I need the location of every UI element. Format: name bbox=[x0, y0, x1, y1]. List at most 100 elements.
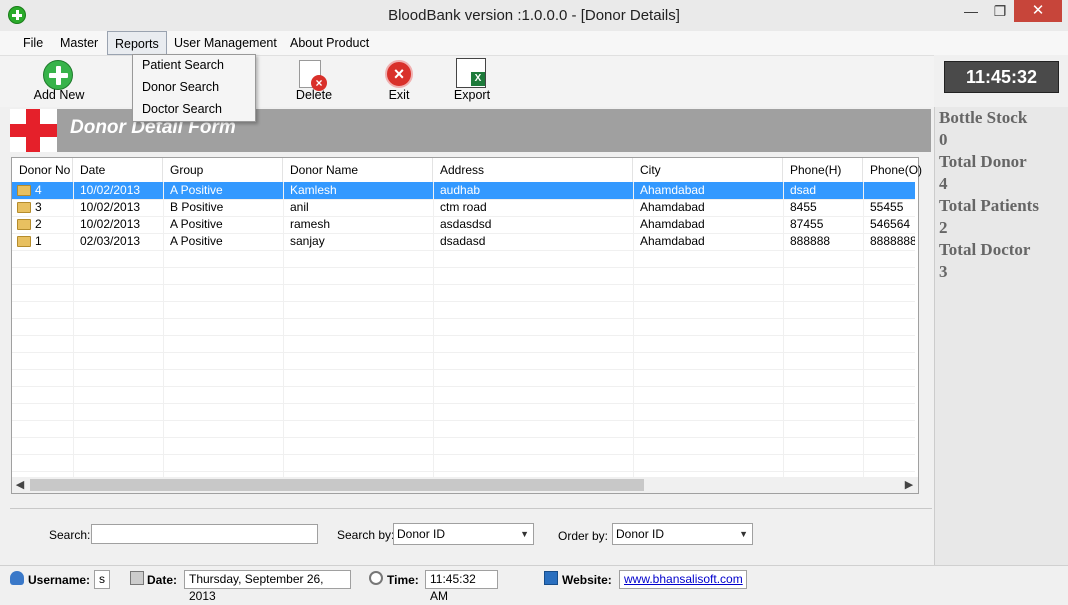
col-head-donor-name[interactable]: Donor Name bbox=[283, 158, 433, 182]
table-cell[interactable]: Kamlesh bbox=[283, 182, 433, 199]
table-cell[interactable]: dsad bbox=[783, 182, 863, 199]
menu-master[interactable]: Master bbox=[53, 31, 105, 55]
table-cell[interactable]: A Positive bbox=[163, 233, 283, 250]
menu-user-management[interactable]: User Management bbox=[167, 31, 284, 55]
grid-line bbox=[12, 386, 915, 387]
search-input[interactable] bbox=[91, 524, 318, 544]
table-cell[interactable]: A Positive bbox=[163, 216, 283, 233]
table-cell[interactable]: sanjay bbox=[283, 233, 433, 250]
search-by-value: Donor ID bbox=[397, 527, 446, 541]
stats-panel bbox=[934, 107, 1068, 565]
table-cell[interactable]: Ahamdabad bbox=[633, 182, 783, 199]
scroll-left-arrow-icon[interactable]: ◀ bbox=[12, 477, 28, 493]
scroll-right-arrow-icon[interactable]: ▶ bbox=[901, 477, 917, 493]
grid-line bbox=[12, 420, 915, 421]
table-cell[interactable]: anil bbox=[283, 199, 433, 216]
grid-line bbox=[12, 369, 915, 370]
username-label: Username: bbox=[28, 573, 91, 587]
table-cell[interactable]: 10/02/2013 bbox=[73, 216, 163, 233]
table-cell[interactable]: Ahamdabad bbox=[633, 216, 783, 233]
grid-line bbox=[12, 318, 915, 319]
col-head-phone-h[interactable]: Phone(H) bbox=[783, 158, 863, 182]
maximize-button[interactable]: ❐ bbox=[986, 0, 1014, 22]
table-cell[interactable]: ramesh bbox=[283, 216, 433, 233]
search-by-select[interactable]: Donor ID ▼ bbox=[393, 523, 534, 545]
clock-icon bbox=[369, 571, 383, 585]
stat-bottle-stock-label: Bottle Stock bbox=[939, 108, 1028, 127]
col-head-address[interactable]: Address bbox=[433, 158, 633, 182]
window-title: BloodBank version :1.0.0.0 - [Donor Deta… bbox=[388, 7, 680, 24]
menu-reports[interactable]: Reports bbox=[107, 31, 167, 55]
col-head-city[interactable]: City bbox=[633, 158, 783, 182]
stat-total-doctor-value: 3 bbox=[939, 262, 948, 281]
table-cell[interactable]: 888888 bbox=[783, 233, 863, 250]
menu-file[interactable]: File bbox=[16, 31, 50, 55]
add-new-icon[interactable] bbox=[43, 60, 73, 90]
table-cell[interactable]: 1 bbox=[28, 233, 73, 250]
stat-total-donor-value: 4 bbox=[939, 174, 948, 193]
stat-bottle-stock-value: 0 bbox=[939, 130, 948, 149]
table-cell[interactable]: Ahamdabad bbox=[633, 199, 783, 216]
table-cell[interactable]: B Positive bbox=[163, 199, 283, 216]
time-label: Time: bbox=[387, 573, 419, 587]
col-head-donor-no[interactable]: Donor No bbox=[12, 158, 73, 182]
exit-button[interactable]: Exit bbox=[380, 88, 418, 102]
table-cell[interactable]: 87455 bbox=[783, 216, 863, 233]
order-by-select[interactable]: Donor ID ▼ bbox=[612, 523, 753, 545]
table-cell[interactable]: 02/03/2013 bbox=[73, 233, 163, 250]
grid-line bbox=[12, 471, 915, 472]
delete-icon[interactable]: × bbox=[299, 60, 327, 91]
search-label: Search: bbox=[49, 528, 91, 542]
table-cell[interactable]: 10/02/2013 bbox=[73, 199, 163, 216]
table-cell[interactable]: A Positive bbox=[163, 182, 283, 199]
red-cross-logo-horizontal bbox=[10, 124, 57, 137]
table-cell[interactable]: 8455 bbox=[783, 199, 863, 216]
col-head-date[interactable]: Date bbox=[73, 158, 163, 182]
menu-doctor-search[interactable]: Doctor Search bbox=[142, 99, 222, 119]
close-button[interactable]: ✕ bbox=[1014, 0, 1062, 22]
stat-total-patients-label: Total Patients bbox=[939, 196, 1039, 215]
calendar-icon bbox=[130, 571, 144, 585]
table-cell[interactable]: 8888888 bbox=[863, 233, 915, 250]
search-by-label: Search by: bbox=[337, 528, 395, 542]
username-value: s bbox=[94, 570, 110, 589]
grid-line bbox=[12, 335, 915, 336]
table-cell[interactable]: asdasdsd bbox=[433, 216, 633, 233]
website-label: Website: bbox=[562, 573, 612, 587]
order-by-label: Order by: bbox=[558, 529, 609, 543]
table-cell[interactable]: Ahamdabad bbox=[633, 233, 783, 250]
table-cell[interactable]: 546564 bbox=[863, 216, 915, 233]
scrollbar-thumb[interactable] bbox=[30, 479, 644, 491]
table-cell[interactable]: 3 bbox=[28, 199, 73, 216]
table-cell[interactable]: 55455 bbox=[863, 199, 915, 216]
table-cell[interactable]: dsadasd bbox=[433, 233, 633, 250]
grid-line bbox=[12, 267, 915, 268]
table-cell[interactable]: 2 bbox=[28, 216, 73, 233]
menu-donor-search[interactable]: Donor Search bbox=[142, 77, 219, 97]
stat-total-donor-label: Total Donor bbox=[939, 152, 1027, 171]
col-head-phone-o[interactable]: Phone(O) bbox=[863, 158, 922, 182]
table-cell[interactable]: 4 bbox=[28, 182, 73, 199]
grid-line bbox=[12, 352, 915, 353]
clock-display: 11:45:32 bbox=[944, 61, 1059, 93]
export-excel-icon[interactable]: X bbox=[456, 58, 486, 88]
grid-line bbox=[12, 301, 915, 302]
export-button[interactable]: Export bbox=[450, 88, 494, 102]
menu-about-product[interactable]: About Product bbox=[283, 31, 376, 55]
table-cell[interactable]: audhab bbox=[433, 182, 633, 199]
grid-line bbox=[12, 437, 915, 438]
website-link[interactable]: www.bhansalisoft.com bbox=[624, 572, 743, 586]
website-box[interactable]: www.bhansalisoft.com bbox=[619, 570, 747, 589]
table-cell[interactable]: 10/02/2013 bbox=[73, 182, 163, 199]
time-value: 11:45:32 AM bbox=[425, 570, 498, 603]
exit-icon[interactable]: × bbox=[385, 60, 413, 88]
add-new-button[interactable]: Add New bbox=[30, 88, 88, 102]
order-by-value: Donor ID bbox=[616, 527, 665, 541]
table-cell[interactable]: ctm road bbox=[433, 199, 633, 216]
col-head-group[interactable]: Group bbox=[163, 158, 283, 182]
minimize-button[interactable]: — bbox=[956, 0, 986, 22]
menu-patient-search[interactable]: Patient Search bbox=[142, 55, 224, 75]
table-cell[interactable] bbox=[863, 182, 915, 199]
grid-line bbox=[12, 284, 915, 285]
delete-button[interactable]: Delete bbox=[290, 88, 338, 102]
